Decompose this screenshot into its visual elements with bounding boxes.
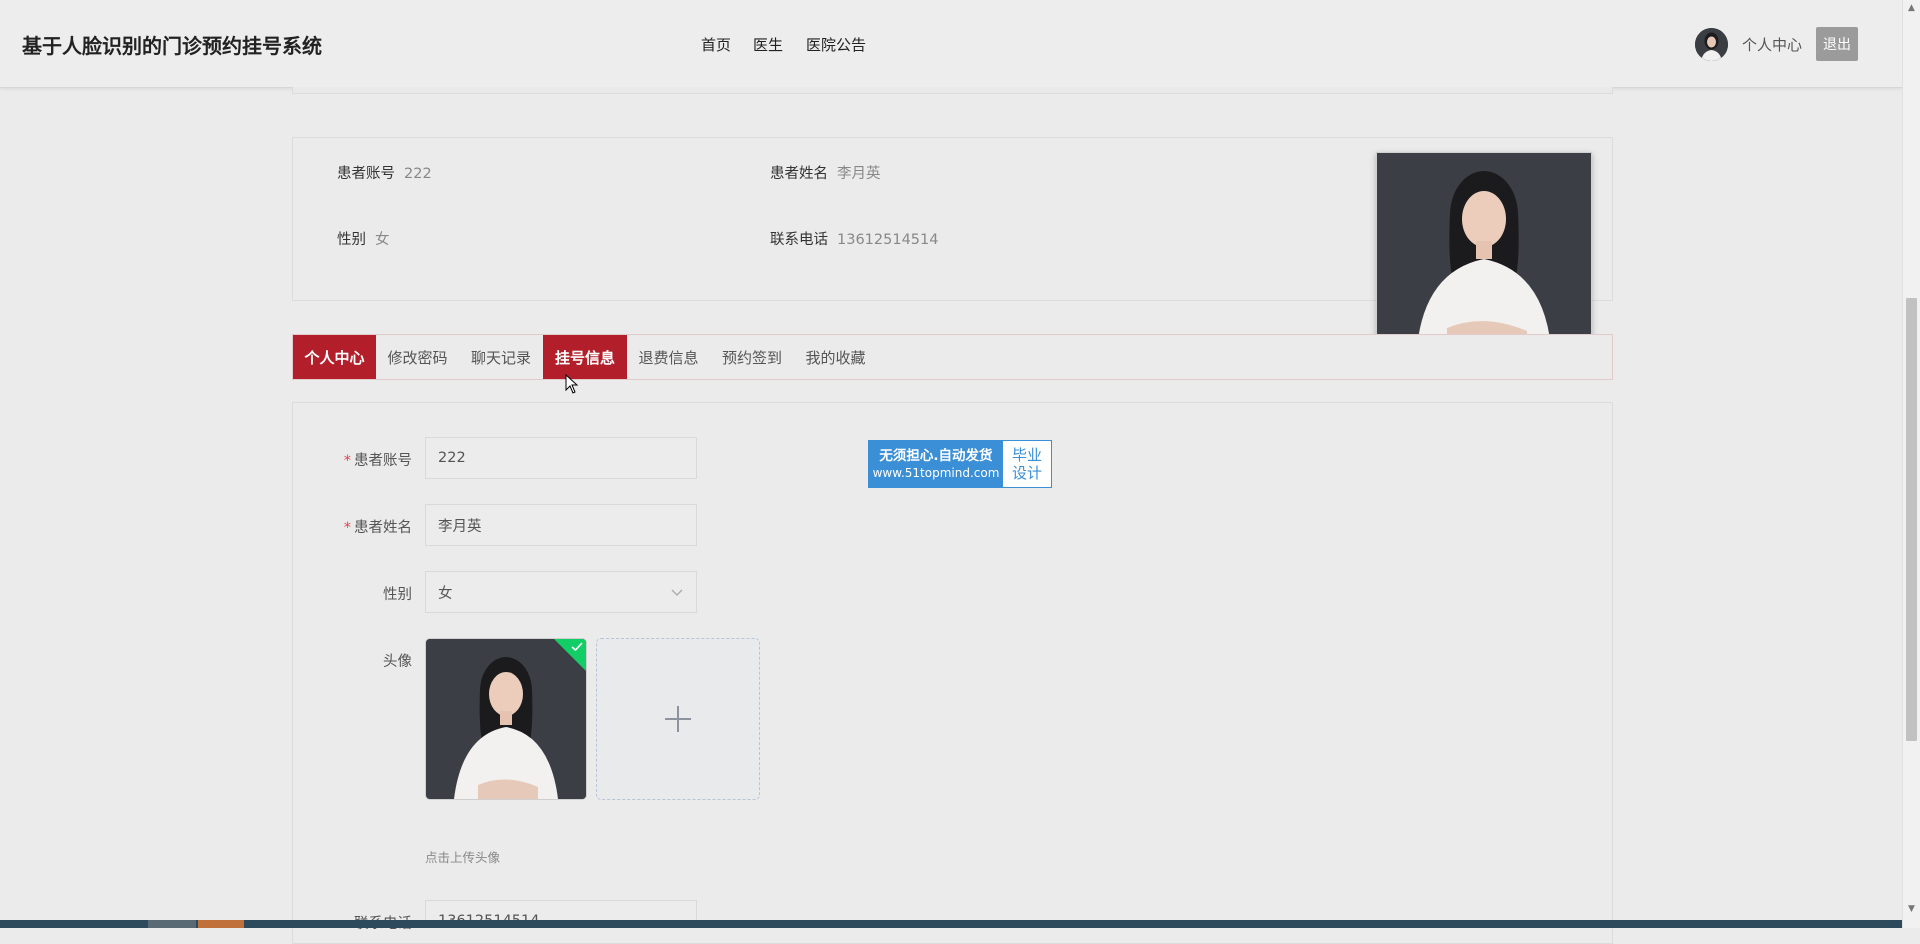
info-name: 患者姓名 李月英 [770,162,881,183]
gender-select[interactable]: 女 [425,571,697,613]
tab-refund-info[interactable]: 退费信息 [627,335,710,379]
top-strip [292,87,1613,94]
taskbar-item[interactable] [148,920,196,928]
tab-user-center[interactable]: 个人中心 [293,335,376,379]
site-title: 基于人脸识别的门诊预约挂号系统 [22,34,322,58]
info-phone-value: 13612514514 [837,232,939,248]
scrollbar-thumb[interactable] [1906,298,1917,741]
ad-right2: 设计 [1011,464,1042,482]
main-nav: 首页 医生 医院公告 [701,34,888,55]
info-phone: 联系电话 13612514514 [770,228,938,249]
ad-banner[interactable]: 无须担心.自动发货 www.51topmind.com 毕业 设计 [868,440,1052,488]
info-phone-label: 联系电话 [770,232,828,248]
ad-right1: 毕业 [1011,446,1042,464]
ad-banner-right: 毕业 设计 [1003,441,1051,487]
account-input[interactable]: 222 [425,437,697,479]
os-taskbar [0,920,1902,928]
tab-chat-history[interactable]: 聊天记录 [459,335,543,379]
mouse-cursor-icon [565,374,579,394]
avatar-photo [1695,27,1728,61]
top-header: 基于人脸识别的门诊预约挂号系统 首页 医生 医院公告 个人中心 退出 [0,0,1902,88]
user-center-link[interactable]: 个人中心 [1742,34,1802,55]
avatar-upload-button[interactable] [596,638,760,800]
form-avatar-label: 头像 [383,654,412,670]
nav-home[interactable]: 首页 [701,34,731,55]
scroll-down-arrow-icon[interactable]: ▼ [1908,904,1915,914]
ad-line1: 无须担心.自动发货 [879,448,993,464]
taskbar-item[interactable] [198,920,244,928]
check-icon [571,642,583,652]
ad-line2: www.51topmind.com [872,466,1000,480]
profile-photo [1376,152,1592,348]
tab-appointment-checkin[interactable]: 预约签到 [710,335,794,379]
scroll-up-arrow-icon[interactable]: ▲ [1908,3,1915,13]
name-input[interactable]: 李月英 [425,504,697,546]
chevron-down-icon [671,589,683,596]
portrait-image [1377,153,1591,347]
tab-change-password[interactable]: 修改密码 [376,335,459,379]
ad-banner-left: 无须担心.自动发货 www.51topmind.com [869,441,1003,487]
required-mark: * [343,453,351,469]
tab-my-favorites[interactable]: 我的收藏 [794,335,877,379]
info-gender: 性别女 [337,228,390,249]
form-account-label: * 患者账号 [343,453,412,469]
plus-icon [665,706,691,732]
info-name-value: 李月英 [837,166,881,182]
upload-hint: 点击上传头像 [425,850,501,865]
gender-select-value: 女 [438,585,453,602]
form-gender-label: 性别 [383,587,412,603]
nav-doctors[interactable]: 医生 [753,34,783,55]
info-account-label: 患者账号 [337,166,395,182]
uploaded-avatar[interactable] [425,638,587,800]
required-mark: * [343,520,351,536]
tab-registration-info[interactable]: 挂号信息 [543,335,627,379]
info-name-label: 患者姓名 [770,166,828,182]
user-tabs: 个人中心 修改密码 聊天记录 挂号信息 退费信息 预约签到 我的收藏 [292,334,1613,380]
form-name-label: * 患者姓名 [343,520,412,536]
logout-button[interactable]: 退出 [1816,27,1859,61]
page-scrollbar[interactable]: ▲ ▼ [1902,0,1920,928]
avatar[interactable] [1695,27,1728,61]
info-account: 患者账号 222 [337,162,432,183]
info-gender-label: 性别 [337,232,366,248]
info-gender-value: 女 [375,232,390,248]
info-account-value: 222 [404,166,432,182]
header-user-area: 个人中心 退出 [1695,26,1859,62]
nav-announcements[interactable]: 医院公告 [806,34,866,55]
